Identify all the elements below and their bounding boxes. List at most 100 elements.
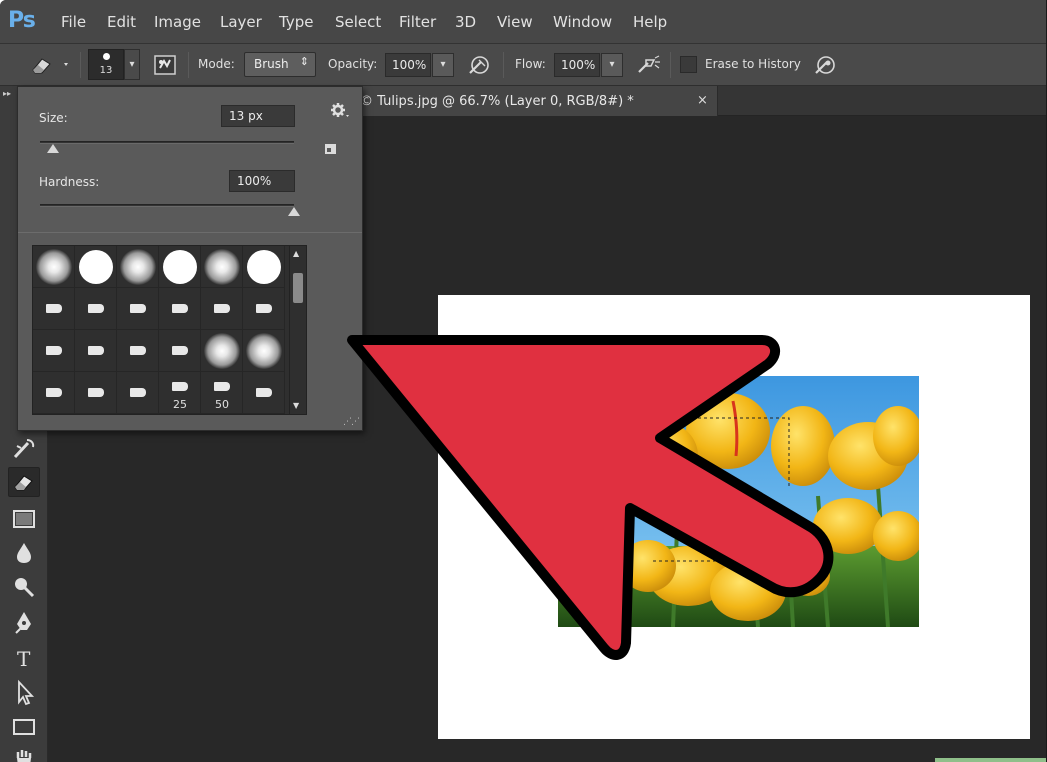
new-preset-icon[interactable] [324, 141, 338, 155]
pressure-size-icon[interactable] [813, 54, 837, 76]
menu-help[interactable]: Help [633, 13, 667, 31]
brush-preset-4[interactable] [159, 246, 201, 288]
brush-preset-14[interactable] [75, 330, 117, 372]
brush-preset-16[interactable] [159, 330, 201, 372]
scroll-down-icon[interactable]: ▼ [293, 401, 299, 410]
brush-panel-toggle-icon[interactable] [153, 54, 177, 76]
menu-edit[interactable]: Edit [107, 13, 136, 31]
menu-type[interactable]: Type [279, 13, 313, 31]
brush-preset-picker-panel: Size: 13 px Hardness: 100% 25 50 ▲ ▼ ⋰⋰ [17, 86, 363, 431]
hand-tool-icon[interactable] [8, 744, 40, 762]
brush-preset-5[interactable] [201, 246, 243, 288]
scrollbar-thumb[interactable] [293, 273, 303, 303]
brush-tip-icon [88, 388, 104, 397]
red-arrow-annotation [330, 318, 850, 663]
brush-preset-15[interactable] [117, 330, 159, 372]
brush-tip-icon [88, 346, 104, 355]
hard-round-brush-icon [163, 250, 197, 284]
brush-preset-21[interactable] [117, 372, 159, 414]
flow-input[interactable]: 100% [554, 53, 600, 77]
brush-preset-22[interactable]: 25 [159, 372, 201, 414]
pressure-opacity-icon[interactable] [467, 54, 491, 76]
menu-bar: Ps File Edit Image Layer Type Select Fil… [0, 0, 1046, 44]
eraser-tool-preset-icon[interactable] [28, 53, 76, 75]
dodge-tool-icon[interactable] [8, 572, 40, 602]
path-selection-tool-icon[interactable] [8, 678, 40, 708]
document-tab-title: © Tulips.jpg @ 66.7% (Layer 0, RGB/8#) * [360, 94, 634, 109]
panel-divider [18, 232, 362, 233]
brush-preset-19[interactable] [33, 372, 75, 414]
size-input[interactable]: 13 px [221, 105, 295, 127]
brush-tip-icon [214, 304, 230, 313]
brush-preset-8[interactable] [75, 288, 117, 330]
brush-preset-20[interactable] [75, 372, 117, 414]
erase-to-history-checkbox[interactable] [680, 56, 697, 73]
preset-scrollbar[interactable]: ▲ ▼ [290, 245, 307, 415]
menu-window[interactable]: Window [553, 13, 612, 31]
brush-preset-24[interactable] [243, 372, 285, 414]
opacity-dropdown[interactable]: ▾ [432, 53, 454, 77]
brush-preset-picker-button[interactable]: 13 [88, 49, 124, 80]
soft-round-brush-icon [204, 249, 240, 285]
mode-label: Mode: [198, 57, 235, 71]
options-bar: 13 ▾ Mode: Brush ⇕ Opacity: 100% ▾ Flow:… [0, 44, 1046, 86]
gradient-tool-icon[interactable] [8, 504, 40, 534]
brush-preset-9[interactable] [117, 288, 159, 330]
brush-preset-12[interactable] [243, 288, 285, 330]
brush-preset-grid: 25 50 [32, 245, 290, 415]
brush-preset-size-label: 25 [173, 398, 187, 411]
brush-tip-icon [130, 346, 146, 355]
close-icon[interactable]: × [697, 93, 708, 108]
brush-tip-icon [46, 388, 62, 397]
hardness-input[interactable]: 100% [229, 170, 295, 192]
opacity-input[interactable]: 100% [385, 53, 431, 77]
brush-preset-1[interactable] [33, 246, 75, 288]
menu-image[interactable]: Image [154, 13, 201, 31]
brush-preset-18[interactable] [243, 330, 285, 372]
gear-icon[interactable] [329, 101, 349, 121]
brush-tip-icon [88, 304, 104, 313]
eraser-tool-icon[interactable] [8, 467, 40, 497]
blur-tool-icon[interactable] [8, 538, 40, 568]
soft-round-brush-icon [36, 249, 72, 285]
airbrush-icon[interactable] [636, 54, 660, 76]
menu-3d[interactable]: 3D [455, 13, 476, 31]
brush-preset-2[interactable] [75, 246, 117, 288]
photoshop-window: Ps File Edit Image Layer Type Select Fil… [0, 0, 1047, 762]
brush-picker-dropdown[interactable]: ▾ [124, 49, 140, 80]
brush-preset-6[interactable] [243, 246, 285, 288]
menu-select[interactable]: Select [335, 13, 381, 31]
menu-file[interactable]: File [61, 13, 86, 31]
brush-tip-icon [256, 388, 272, 397]
brush-preset-23[interactable]: 50 [201, 372, 243, 414]
brush-preset-3[interactable] [117, 246, 159, 288]
brush-preset-size-label: 50 [215, 398, 229, 411]
size-slider-thumb[interactable] [46, 144, 59, 153]
brush-tip-icon [172, 304, 188, 313]
hardness-slider-track[interactable] [40, 204, 294, 207]
scroll-up-icon[interactable]: ▲ [293, 249, 299, 258]
mode-updown-icon: ⇕ [299, 55, 309, 68]
brush-preset-11[interactable] [201, 288, 243, 330]
mode-select[interactable]: Brush ⇕ [244, 52, 316, 77]
size-slider-track[interactable] [40, 141, 294, 144]
flow-dropdown[interactable]: ▾ [601, 53, 623, 77]
ps-logo: Ps [8, 8, 36, 33]
brush-preset-10[interactable] [159, 288, 201, 330]
brush-tip-icon [172, 346, 188, 355]
brush-tip-icon [130, 304, 146, 313]
history-brush-tool-icon[interactable] [8, 434, 40, 464]
rectangle-tool-icon[interactable] [8, 712, 40, 742]
brush-preset-7[interactable] [33, 288, 75, 330]
type-tool-icon[interactable]: T [8, 643, 40, 673]
menu-view[interactable]: View [497, 13, 533, 31]
brush-preset-13[interactable] [33, 330, 75, 372]
pen-tool-icon[interactable] [8, 608, 40, 638]
brush-preset-17[interactable] [201, 330, 243, 372]
menu-layer[interactable]: Layer [220, 13, 262, 31]
menu-filter[interactable]: Filter [399, 13, 436, 31]
brush-tip-icon [46, 304, 62, 313]
document-tab[interactable]: © Tulips.jpg @ 66.7% (Layer 0, RGB/8#) *… [348, 86, 718, 116]
panel-collapse-icon[interactable]: ▸▸ [3, 89, 11, 98]
hardness-slider-thumb[interactable] [288, 207, 300, 216]
